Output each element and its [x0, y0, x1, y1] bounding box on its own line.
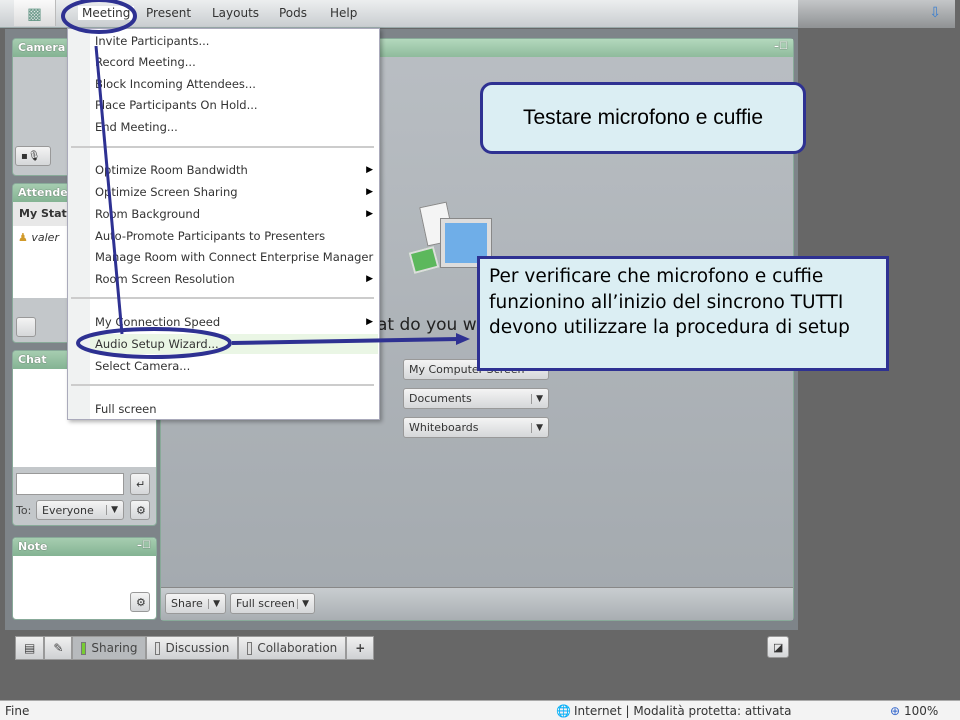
zoom-icon: ⊕ [890, 704, 901, 718]
callout-body: Per verificare che microfono e cuffie fu… [477, 256, 889, 371]
status-bar: Fine 🌐 Internet | Modalità protetta: att… [0, 700, 960, 720]
audio-wizard-highlight-ellipse [76, 327, 232, 359]
arrow-line [231, 337, 459, 345]
callout-title: Testare microfono e cuffie [480, 82, 806, 154]
meeting-highlight-ellipse [61, 0, 137, 34]
connector-line [94, 45, 124, 335]
zoom-level[interactable]: 100% [904, 704, 938, 718]
status-text: Fine [5, 704, 30, 718]
arrow-head [456, 333, 470, 345]
globe-icon: 🌐 [556, 704, 571, 718]
security-zone[interactable]: Internet | Modalità protetta: attivata [574, 704, 791, 718]
